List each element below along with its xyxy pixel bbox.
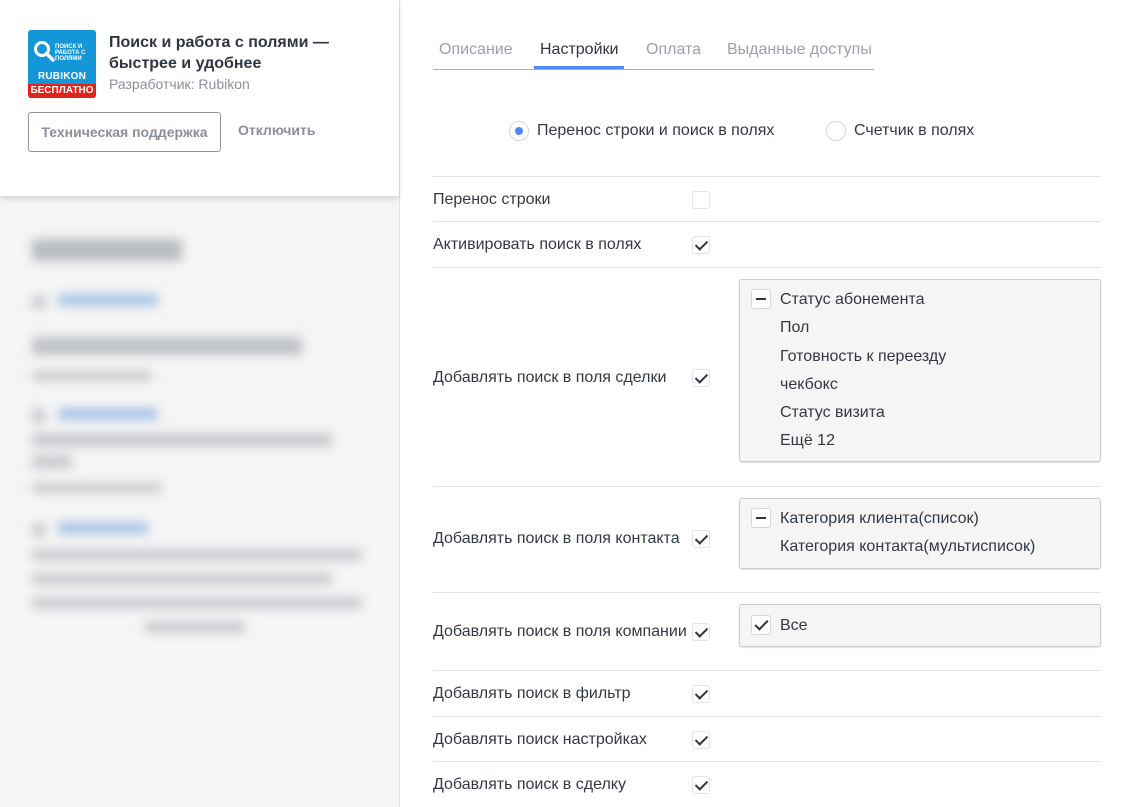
deal-fields-list[interactable]: Статус абонемента Пол Готовность к перее…: [739, 279, 1101, 462]
support-button[interactable]: Техническая поддержка: [28, 112, 221, 152]
list-item[interactable]: Категория клиента(список): [780, 510, 979, 528]
setting-row: Добавлять поиск в поля контакта Категори…: [433, 486, 1101, 592]
setting-label: Добавлять поиск в поля сделки: [433, 369, 667, 386]
setting-row: Добавлять поиск в фильтр: [433, 670, 1101, 716]
select-all-toggle[interactable]: [751, 615, 771, 635]
setting-label: Добавлять поиск в фильтр: [433, 685, 631, 702]
setting-label: Перенос строки: [433, 191, 551, 208]
setting-checkbox[interactable]: [692, 191, 710, 209]
setting-row: Добавлять поиск в поля компании Все: [433, 592, 1101, 670]
setting-label: Добавлять поиск в сделку: [433, 776, 626, 793]
setting-checkbox[interactable]: [692, 623, 710, 641]
setting-checkbox[interactable]: [692, 776, 710, 794]
left-panel: ПОИСК И РАБОТА С ПОЛЯМИ RUBIKON БЕСПЛАТН…: [0, 0, 400, 807]
setting-row: Перенос строки: [433, 176, 1101, 221]
list-item[interactable]: Все: [780, 617, 808, 635]
radio-label: Перенос строки и поиск в полях: [537, 122, 775, 139]
widget-logo: ПОИСК И РАБОТА С ПОЛЯМИ RUBIKON БЕСПЛАТН…: [28, 30, 96, 98]
setting-checkbox[interactable]: [692, 685, 710, 703]
setting-row: Добавлять поиск в поля сделки Статус або…: [433, 267, 1101, 486]
list-item[interactable]: Категория контакта(мультисписок): [780, 538, 1035, 556]
tab-description[interactable]: Описание: [439, 41, 513, 59]
setting-label: Добавлять поиск в поля компании: [433, 623, 687, 640]
company-fields-list[interactable]: Все: [739, 604, 1101, 647]
setting-checkbox[interactable]: [692, 369, 710, 387]
radio-label: Счетчик в полях: [854, 122, 975, 139]
setting-row: Добавлять поиск настройках: [433, 716, 1101, 761]
list-item[interactable]: чекбокс: [780, 376, 838, 394]
blurred-background: [0, 197, 399, 807]
setting-row: Добавлять поиск в сделку: [433, 761, 1101, 807]
mode-option-counter[interactable]: Счетчик в полях: [826, 120, 974, 142]
setting-label: Добавлять поиск настройках: [433, 731, 647, 748]
setting-label: Добавлять поиск в поля контакта: [433, 530, 680, 547]
active-tab-indicator: [534, 66, 624, 69]
radio-button[interactable]: [826, 121, 846, 141]
deselect-all-toggle[interactable]: [751, 508, 771, 528]
setting-checkbox[interactable]: [692, 236, 710, 254]
tab-access-grants[interactable]: Выданные доступы: [727, 41, 872, 59]
list-item[interactable]: Статус визита: [780, 404, 885, 422]
widget-title: Поиск и работа с полями — быстрее и удоб…: [109, 34, 329, 72]
settings-tabs: Описание Настройки Оплата Выданные досту…: [433, 30, 874, 70]
disable-button[interactable]: Отключить: [238, 122, 315, 138]
deselect-all-toggle[interactable]: [751, 289, 771, 309]
list-more-item[interactable]: Ещё 12: [780, 432, 835, 450]
contact-fields-list[interactable]: Категория клиента(список) Категория конт…: [739, 498, 1101, 569]
setting-row: Активировать поиск в полях: [433, 221, 1101, 267]
magnifier-icon: [34, 41, 55, 62]
list-item[interactable]: Готовность к переезду: [780, 348, 946, 366]
widget-card: ПОИСК И РАБОТА С ПОЛЯМИ RUBIKON БЕСПЛАТН…: [0, 0, 399, 197]
list-item[interactable]: Пол: [780, 319, 809, 337]
tab-payment[interactable]: Оплата: [646, 41, 701, 59]
radio-button-selected[interactable]: [509, 121, 529, 141]
widget-developer: Разработчик: Rubikon: [109, 76, 250, 92]
setting-checkbox[interactable]: [692, 530, 710, 548]
tab-settings[interactable]: Настройки: [540, 41, 618, 59]
free-badge: БЕСПЛАТНО: [28, 84, 96, 98]
logo-brand: RUBIKON: [37, 71, 87, 82]
mode-option-wrap-search[interactable]: Перенос строки и поиск в полях: [509, 120, 774, 142]
setting-checkbox[interactable]: [692, 731, 710, 749]
logo-small-text: ПОИСК И РАБОТА С ПОЛЯМИ: [55, 44, 86, 62]
setting-label: Активировать поиск в полях: [433, 236, 642, 253]
list-item[interactable]: Статус абонемента: [780, 291, 925, 309]
